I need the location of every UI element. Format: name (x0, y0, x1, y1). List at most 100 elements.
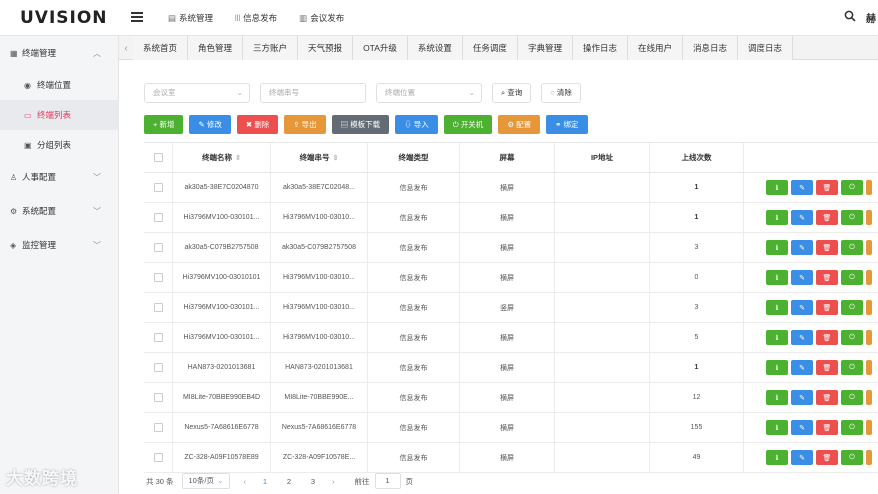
power-row-button[interactable]: ⏻ (841, 300, 863, 315)
table-row[interactable]: HAN873-0201013681 HAN873-0201013681 信息发布 横屏… (144, 353, 878, 383)
info-button[interactable]: ℹ (766, 210, 788, 225)
tab-9[interactable]: 在线用户 (627, 36, 683, 60)
bind-button[interactable]: ⚭ 绑定 (546, 115, 588, 134)
edit-button[interactable]: ✎ 修改 (189, 115, 231, 134)
config-row-button[interactable] (866, 180, 872, 195)
delete-row-button[interactable]: 🗑 (816, 180, 838, 195)
add-button[interactable]: + 新增 (144, 115, 184, 134)
edit-row-button[interactable]: ✎ (791, 240, 813, 255)
page-1[interactable]: 1 (260, 477, 270, 486)
row-checkbox[interactable] (153, 393, 163, 402)
info-button[interactable]: ℹ (766, 180, 788, 195)
config-row-button[interactable] (866, 300, 872, 315)
tab-0[interactable]: 系统首页 (133, 36, 189, 60)
tab-1[interactable]: 角色管理 (188, 36, 244, 60)
info-button[interactable]: ℹ (766, 450, 788, 465)
next-page-icon[interactable]: › (332, 477, 335, 486)
power-row-button[interactable]: ⏻ (841, 360, 863, 375)
row-checkbox[interactable] (153, 213, 163, 222)
template-download-button[interactable]: ▤ 模板下载 (331, 115, 390, 134)
delete-row-button[interactable]: 🗑 (816, 240, 838, 255)
sidebar-group-monitor[interactable]: ◈ 监控管理 ﹀ (0, 230, 119, 260)
power-button[interactable]: ⏻ 开关机 (443, 115, 493, 134)
table-row[interactable]: ZC-328-A09F10578E89 ZC-328-A09F10578E... 信… (144, 443, 878, 473)
power-row-button[interactable]: ⏻ (841, 450, 863, 465)
topnav-item-publish[interactable]: ꔖ 信息发布 (235, 12, 277, 24)
page-3[interactable]: 3 (308, 477, 318, 486)
info-button[interactable]: ℹ (766, 270, 788, 285)
delete-row-button[interactable]: 🗑 (816, 300, 838, 315)
goto-page-input[interactable]: 1 (374, 473, 401, 489)
power-row-button[interactable]: ⏻ (841, 210, 863, 225)
serial-input[interactable]: 终端串号 (260, 83, 366, 103)
row-checkbox[interactable] (153, 243, 163, 252)
config-row-button[interactable] (866, 360, 872, 375)
config-row-button[interactable] (866, 420, 872, 435)
power-row-button[interactable]: ⏻ (841, 180, 863, 195)
power-row-button[interactable]: ⏻ (841, 240, 863, 255)
edit-row-button[interactable]: ✎ (791, 390, 813, 405)
delete-row-button[interactable]: 🗑 (816, 210, 838, 225)
menu-toggle-icon[interactable] (131, 12, 143, 22)
tab-5[interactable]: 系统设置 (407, 36, 463, 60)
edit-row-button[interactable]: ✎ (791, 360, 813, 375)
page-2[interactable]: 2 (284, 477, 294, 486)
import-button[interactable]: ⇩ 导入 (395, 115, 438, 134)
topnav-item-system[interactable]: ▤ 系统管理 (168, 12, 213, 24)
user-avatar[interactable]: 赫 (866, 10, 876, 25)
info-button[interactable]: ℹ (766, 330, 788, 345)
delete-button[interactable]: ✖ 删除 (236, 115, 279, 134)
tab-2[interactable]: 三方账户 (243, 36, 299, 60)
row-checkbox[interactable] (153, 363, 163, 372)
export-button[interactable]: ⇪ 导出 (284, 115, 326, 134)
clear-button[interactable]: ◌ 清除 (541, 83, 581, 103)
edit-row-button[interactable]: ✎ (791, 330, 813, 345)
row-checkbox[interactable] (153, 333, 163, 342)
sidebar-group-system[interactable]: ⚙ 系统配置 ﹀ (0, 196, 119, 226)
table-row[interactable]: ak30a5-C079B2757508 ak30a5-C079B2757508 信息… (144, 233, 878, 263)
tab-3[interactable]: 天气预报 (298, 36, 354, 60)
info-button[interactable]: ℹ (766, 390, 788, 405)
config-row-button[interactable] (866, 330, 872, 345)
table-row[interactable]: Hi3796MV100-030101... Hi3796MV100-03010..… (144, 293, 878, 323)
select-all-checkbox[interactable] (153, 153, 163, 162)
header-terminal-name[interactable]: 终端名称 ⇕ (173, 143, 271, 172)
config-row-button[interactable] (866, 390, 872, 405)
header-terminal-serial[interactable]: 终端串号 ⇕ (271, 143, 368, 172)
tab-4[interactable]: OTA升级 (353, 36, 408, 60)
sidebar-group-personnel[interactable]: ♙ 人事配置 ﹀ (0, 162, 119, 192)
delete-row-button[interactable]: 🗑 (816, 420, 838, 435)
table-row[interactable]: MI8Lite-70BBE990EB4D MI8Lite-70BBE990E...… (144, 383, 878, 413)
config-row-button[interactable] (866, 240, 872, 255)
page-size-select[interactable]: 10条/页 ⌄ (181, 473, 230, 489)
tab-11[interactable]: 调度日志 (738, 36, 794, 60)
edit-row-button[interactable]: ✎ (791, 450, 813, 465)
prev-page-icon[interactable]: ‹ (244, 477, 247, 486)
delete-row-button[interactable]: 🗑 (816, 450, 838, 465)
row-checkbox[interactable] (153, 303, 163, 312)
power-row-button[interactable]: ⏻ (841, 420, 863, 435)
table-row[interactable]: Hi3796MV100-030101... Hi3796MV100-03010..… (144, 323, 878, 353)
edit-row-button[interactable]: ✎ (791, 180, 813, 195)
delete-row-button[interactable]: 🗑 (816, 360, 838, 375)
meeting-room-select[interactable]: 会议室 ⌄ (144, 83, 250, 103)
search-icon[interactable] (844, 10, 856, 22)
tab-6[interactable]: 任务调度 (462, 36, 518, 60)
delete-row-button[interactable]: 🗑 (816, 270, 838, 285)
row-checkbox[interactable] (153, 453, 163, 462)
table-row[interactable]: Nexus5-7A68616E6778 Nexus5-7A68616E6778 信息… (144, 413, 878, 443)
info-button[interactable]: ℹ (766, 300, 788, 315)
tab-scroll-left-icon[interactable]: ‹ (119, 36, 133, 60)
sidebar-group-terminal[interactable]: ▦ 终端管理 ︿ (0, 38, 119, 68)
info-button[interactable]: ℹ (766, 420, 788, 435)
config-button[interactable]: ⚙ 配置 (498, 115, 541, 134)
table-row[interactable]: Hi3796MV100-030101... Hi3796MV100-03010..… (144, 203, 878, 233)
row-checkbox[interactable] (153, 423, 163, 432)
query-button[interactable]: ⌕ 查询 (492, 83, 532, 103)
table-row[interactable]: ak30a5-38E7C0204870 ak30a5-38E7C02048... 信… (144, 173, 878, 203)
edit-row-button[interactable]: ✎ (791, 210, 813, 225)
topnav-item-meeting[interactable]: ▥ 会议发布 (299, 12, 344, 24)
tab-10[interactable]: 消息日志 (682, 36, 738, 60)
info-button[interactable]: ℹ (766, 360, 788, 375)
sidebar-item-terminal-list[interactable]: ▭ 终端列表 (0, 100, 119, 130)
